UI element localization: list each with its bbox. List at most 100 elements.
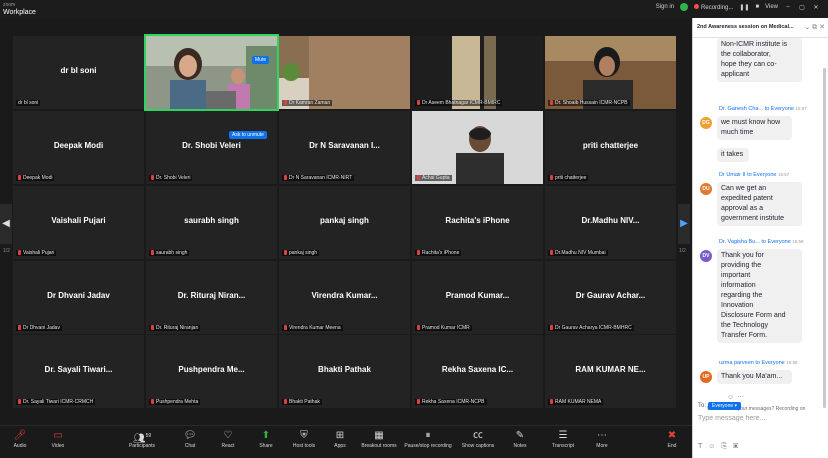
- view-button[interactable]: View: [765, 4, 778, 10]
- participant-tile[interactable]: Rachita's iPhone Rachita's iPhone: [412, 186, 543, 259]
- participant-video-tile[interactable]: [146, 36, 277, 109]
- participants-button[interactable]: 👥︎59Participants: [124, 429, 160, 449]
- participant-video-tile[interactable]: Dr Kamran Zaman: [279, 36, 410, 109]
- ask-to-unmute-button[interactable]: Ask to unmute: [229, 131, 267, 139]
- previous-page-button[interactable]: ◀: [0, 204, 12, 244]
- participant-name: Pushpendra Me...: [146, 365, 277, 374]
- participant-tile[interactable]: Pramod Kumar... Pramod Kumar ICMR: [412, 261, 543, 334]
- host-tools-button[interactable]: ⛨Host tools: [286, 429, 322, 449]
- chat-sender: Dr. Vagisha Bu... to Everyone 15:58: [719, 239, 804, 245]
- recipient-dropdown[interactable]: Everyone ▾: [708, 402, 741, 410]
- pause-stop-recording-button[interactable]: ⏸Pause/stop recording: [402, 429, 454, 449]
- share-button[interactable]: ⬆Share: [248, 429, 284, 449]
- more-options-icon[interactable]: ⋯: [737, 394, 747, 401]
- chat-title: 2nd Awareness session on Medical...: [697, 24, 794, 30]
- participant-tile[interactable]: Dr. Rituraj Niran... Dr. Rituraj Niranja…: [146, 261, 277, 334]
- participant-label: Dr N Saravanan ICMR-NIRT: [282, 175, 354, 181]
- mic-muted-icon: [417, 250, 420, 255]
- participant-tile[interactable]: priti chatterjee priti chatterjee: [545, 111, 676, 184]
- participant-name: saurabh singh: [146, 216, 277, 225]
- participant-tile[interactable]: Bhakti Pathak Bhakti Pathak: [279, 335, 410, 408]
- participant-tile[interactable]: saurabh singh saurabh singh: [146, 186, 277, 259]
- chat-scrollbar[interactable]: [823, 68, 826, 408]
- popout-icon[interactable]: ⧉: [812, 24, 817, 31]
- mic-muted-icon: [417, 100, 420, 105]
- participant-tile[interactable]: Dr. Shobi Veleri Dr. Shobi Veleri: [146, 111, 277, 184]
- transcript-icon: ☰: [545, 429, 581, 443]
- page-indicator-left: 1/2: [3, 248, 10, 254]
- avatar: UP: [700, 371, 712, 383]
- participant-tile[interactable]: Dr N Saravanan I... Dr N Saravanan ICMR-…: [279, 111, 410, 184]
- participant-tile[interactable]: Vaishali Pujari Vaishali Pujari: [13, 186, 144, 259]
- recording-status: Recording...: [694, 4, 733, 11]
- close-icon[interactable]: ✕: [819, 24, 825, 31]
- participant-tile[interactable]: Rekha Saxena IC... Rekha Saxena ICMR-NCP…: [412, 335, 543, 408]
- participant-label: RAM KUMAR NEMA: [548, 399, 603, 405]
- next-page-button[interactable]: ▶: [678, 204, 690, 244]
- mic-muted-icon: [151, 175, 154, 180]
- participant-label: dr bl soni: [16, 100, 40, 106]
- mic-muted-icon: [284, 250, 287, 255]
- participant-tile[interactable]: dr bl soni dr bl soni: [13, 36, 144, 109]
- mic-muted-icon: [18, 175, 21, 180]
- participant-tile[interactable]: RAM KUMAR NE... RAM KUMAR NEMA: [545, 335, 676, 408]
- mic-muted-icon: [284, 325, 287, 330]
- participant-label: Dr Kamran Zaman: [282, 100, 332, 106]
- participant-label: Dr. Shobi Veleri: [149, 175, 192, 181]
- collapse-icon[interactable]: ⌄: [804, 24, 810, 31]
- mic-muted-icon: [284, 175, 287, 180]
- shield-icon[interactable]: [680, 3, 688, 11]
- mic-muted-icon: [151, 399, 154, 404]
- more-button[interactable]: ⋯More: [584, 429, 620, 449]
- screenshot-icon[interactable]: ▣: [733, 443, 744, 450]
- breakout-rooms-button[interactable]: ▦Breakout rooms: [358, 429, 400, 449]
- format-icon[interactable]: T: [698, 443, 708, 450]
- video-button[interactable]: ▭Video: [40, 429, 76, 449]
- message-actions: ☺⋯: [727, 393, 747, 401]
- participant-tile[interactable]: Dr.Madhu NIV... Dr.Madhu NIV Mumbai: [545, 186, 676, 259]
- file-icon[interactable]: ⎘: [721, 443, 733, 450]
- audio-button[interactable]: 🎤︎Audio: [2, 429, 38, 449]
- participant-tile[interactable]: Dr Dhvani Jadav Dr Dhvani Jadav: [13, 261, 144, 334]
- react-button[interactable]: ♡React: [210, 429, 246, 449]
- chat-bubble: Thank you Ma'am...: [717, 370, 792, 384]
- notes-button[interactable]: ✎Notes: [502, 429, 538, 449]
- participant-grid: dr bl soni dr bl soni: [13, 36, 677, 408]
- chat-icon: 💬︎: [172, 429, 208, 443]
- participant-video-tile[interactable]: Achal Gupta: [412, 111, 543, 184]
- mute-participant-button[interactable]: Mute: [252, 56, 269, 64]
- participant-label: Deepak Modi: [16, 175, 54, 181]
- minimize-icon[interactable]: –: [784, 4, 792, 10]
- chat-message-input[interactable]: [698, 415, 822, 422]
- mic-muted-icon: [18, 325, 21, 330]
- pause-recording-icon: ⏸: [402, 429, 454, 443]
- participant-label: Dr. Rituraj Niranjan: [149, 325, 200, 331]
- participant-tile[interactable]: Virendra Kumar... Virendra Kumar Meena: [279, 261, 410, 334]
- chat-tools: T☺⎘▣: [698, 443, 744, 451]
- stop-recording-icon[interactable]: ■: [755, 4, 759, 10]
- participant-video-tile[interactable]: Dr. Shoaib Hussain ICMR-NCPB: [545, 36, 676, 109]
- pause-recording-icon[interactable]: ❚❚: [739, 4, 749, 11]
- participant-tile[interactable]: Dr. Sayali Tiwari... Dr. Sayali Tiwari I…: [13, 335, 144, 408]
- end-meeting-button[interactable]: ✖End: [654, 429, 690, 449]
- participant-tile[interactable]: Dr Gaurav Achar... Dr Gaurav Acharya ICM…: [545, 261, 676, 334]
- transcript-button[interactable]: ☰Transcript: [545, 429, 581, 449]
- participant-name: Dr Dhvani Jadav: [13, 291, 144, 300]
- participant-tile[interactable]: Pushpendra Me... Pushpendra Mehta: [146, 335, 277, 408]
- maximize-icon[interactable]: ▢: [798, 4, 806, 11]
- chat-sender: Dr Umair II to Everyone 15:57: [719, 172, 789, 178]
- emoji-icon[interactable]: ☺: [708, 443, 721, 450]
- participant-tile[interactable]: pankaj singh pankaj singh: [279, 186, 410, 259]
- participant-video-tile[interactable]: Dr Aseem Bhatnagar ICMR-BMIRC: [412, 36, 543, 109]
- apps-button[interactable]: ⊞Apps: [322, 429, 358, 449]
- close-icon[interactable]: ✕: [812, 4, 820, 11]
- chat-button[interactable]: 💬︎Chat: [172, 429, 208, 449]
- heart-icon: ♡: [210, 429, 246, 443]
- emoji-react-icon[interactable]: ☺: [727, 394, 737, 401]
- participant-label: Dr.Madhu NIV Mumbai: [548, 250, 608, 256]
- participant-tile[interactable]: Deepak Modi Deepak Modi: [13, 111, 144, 184]
- title-bar: zoom Workplace Sign in Recording... ❚❚ ■…: [0, 0, 828, 18]
- signin-link[interactable]: Sign in: [656, 4, 674, 10]
- participant-label: Pramod Kumar ICMR: [415, 325, 472, 331]
- captions-button[interactable]: ㏄Show captions: [458, 429, 498, 449]
